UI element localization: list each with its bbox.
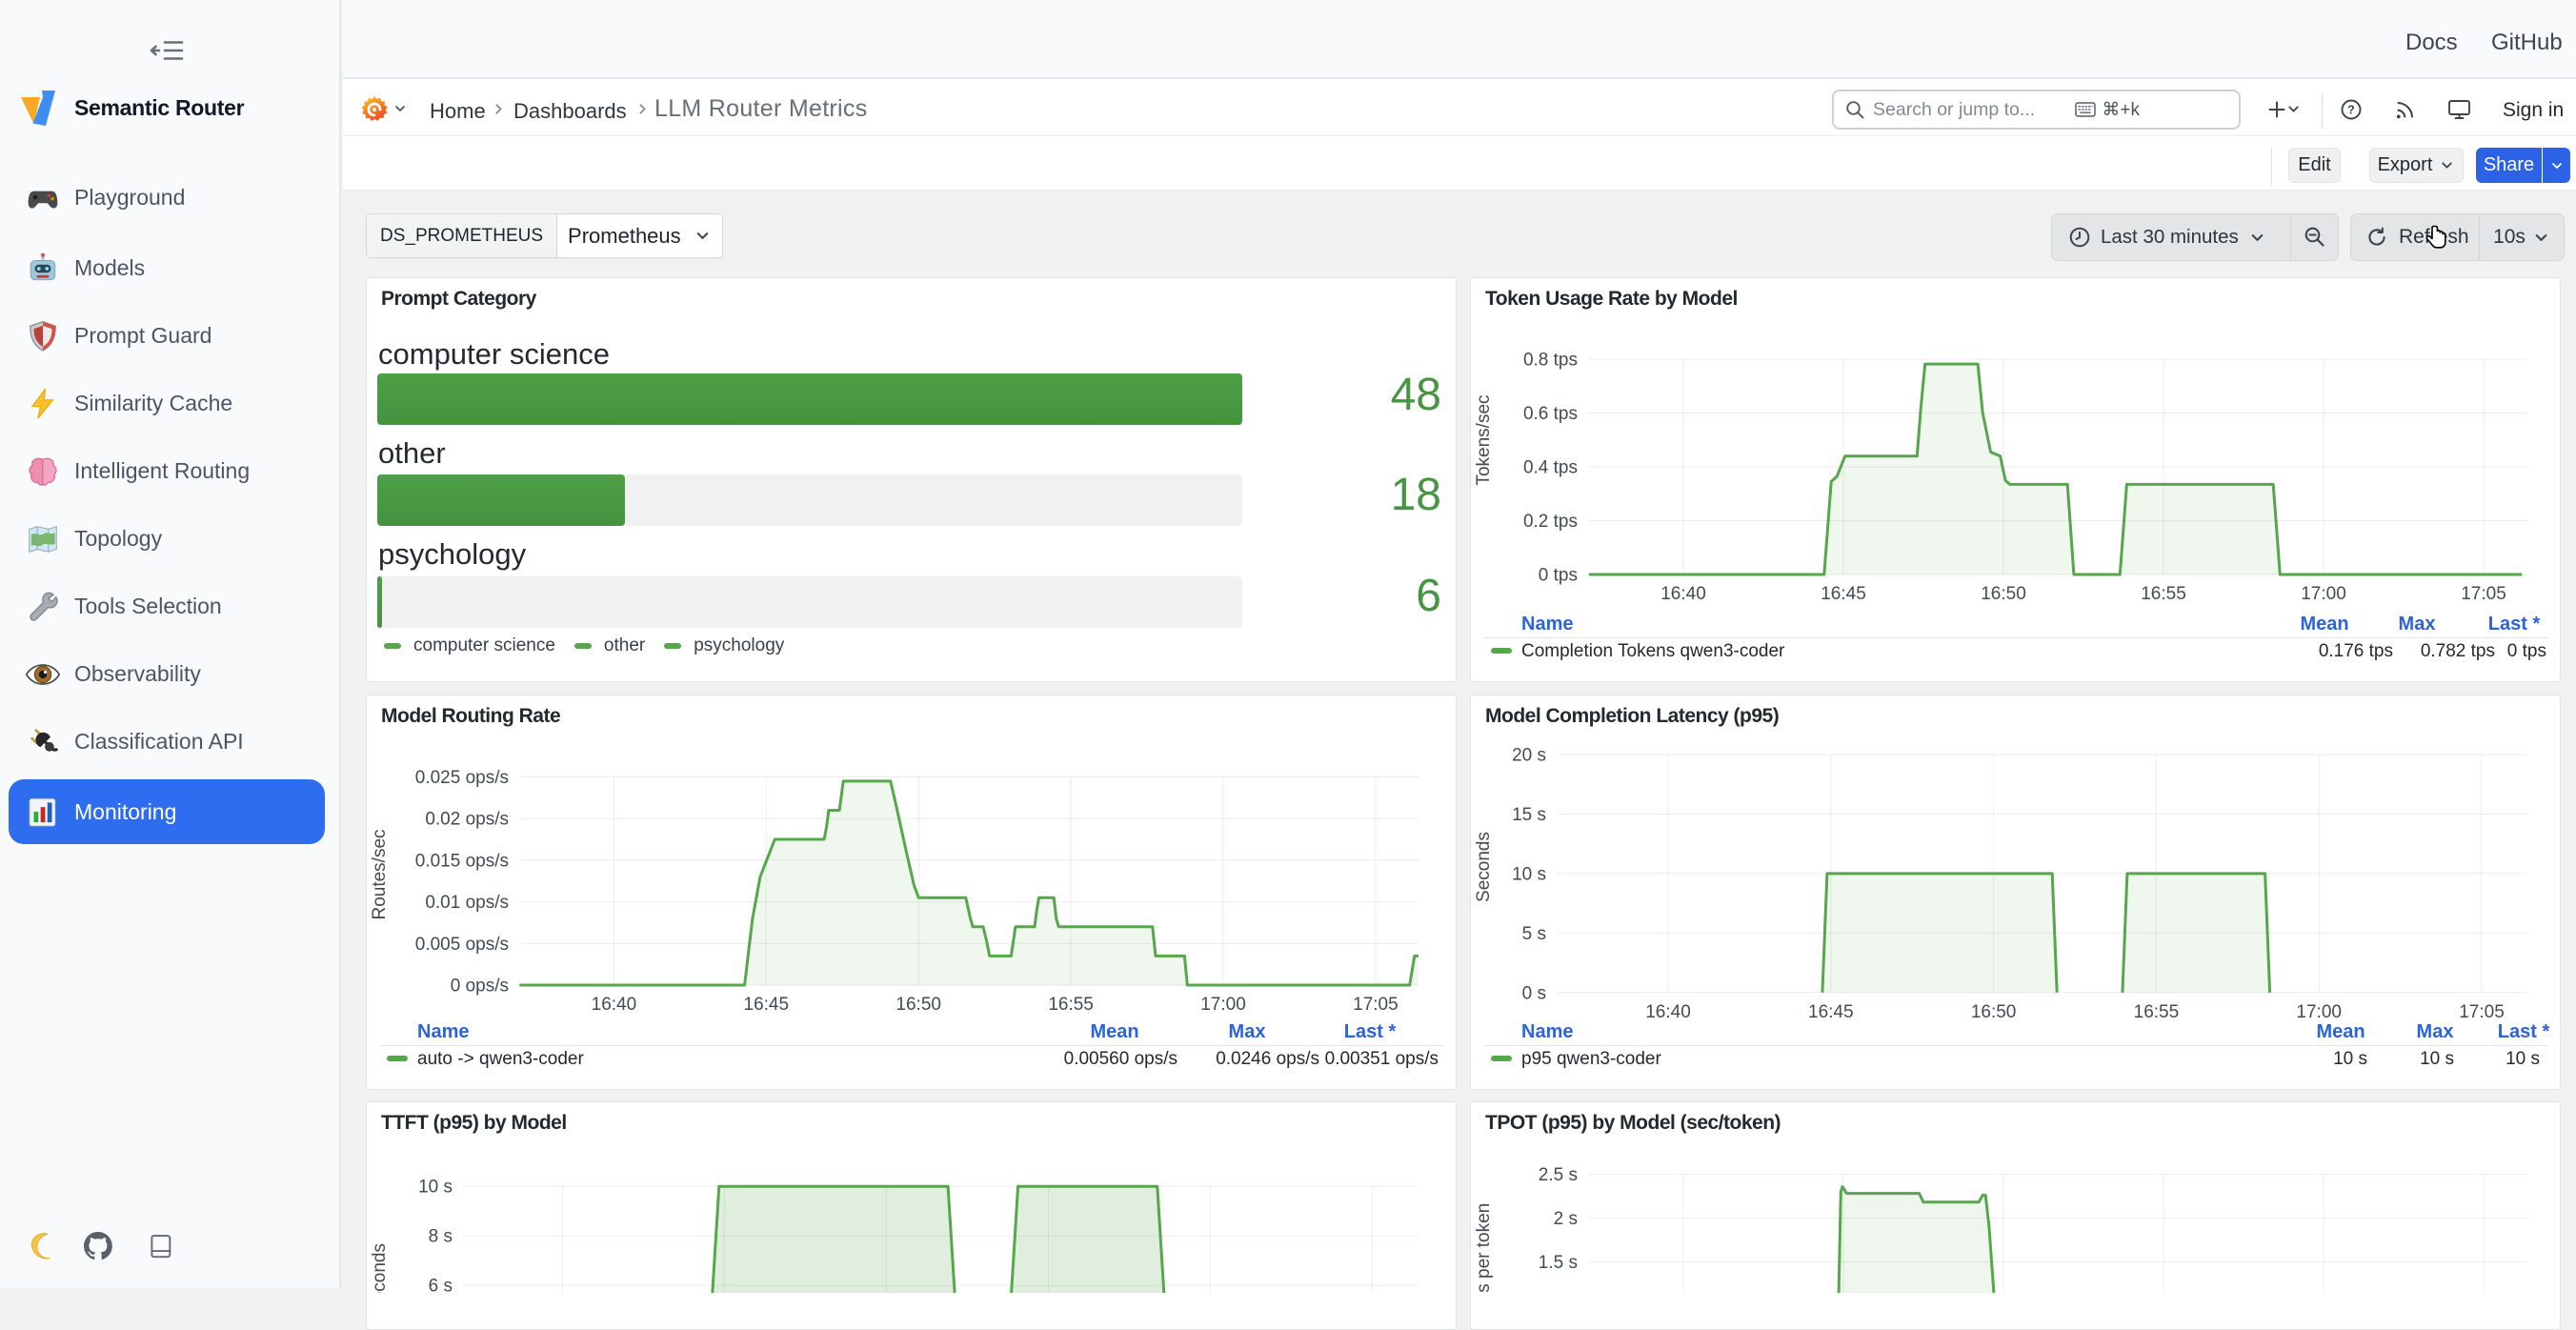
svg-text:0.4 tps: 0.4 tps: [1523, 458, 1578, 478]
svg-text:Completion Tokens qwen3-coder: Completion Tokens qwen3-coder: [1521, 641, 1785, 661]
svg-text:16:45: 16:45: [744, 995, 790, 1015]
svg-text:17:00: 17:00: [2296, 1002, 2342, 1022]
svg-text:17:00: 17:00: [2301, 584, 2346, 604]
svg-text:Last *: Last *: [2488, 614, 2541, 635]
svg-text:Max: Max: [2417, 1021, 2454, 1042]
svg-text:16:40: 16:40: [1645, 1002, 1691, 1022]
svg-text:0.0246 ops/s: 0.0246 ops/s: [1216, 1049, 1319, 1069]
svg-text:0.782 tps: 0.782 tps: [2421, 641, 2495, 661]
svg-text:0.01 ops/s: 0.01 ops/s: [425, 893, 509, 913]
svg-text:0.176 tps: 0.176 tps: [2319, 641, 2393, 661]
svg-text:Last *: Last *: [2498, 1021, 2550, 1042]
svg-text:20 s: 20 s: [1512, 746, 1546, 766]
svg-text:0.00560 ops/s: 0.00560 ops/s: [1064, 1049, 1177, 1069]
svg-text:Last *: Last *: [1344, 1021, 1397, 1042]
svg-text:Name: Name: [417, 1021, 469, 1042]
svg-text:Mean: Mean: [1090, 1021, 1138, 1042]
svg-text:0 tps: 0 tps: [1539, 566, 1578, 586]
svg-text:Mean: Mean: [2300, 614, 2348, 635]
svg-text:Routes/sec: Routes/sec: [370, 829, 390, 919]
svg-text:0.00351 ops/s: 0.00351 ops/s: [1325, 1049, 1439, 1069]
svg-text:Name: Name: [1521, 1021, 1573, 1042]
svg-text:16:45: 16:45: [1821, 584, 1866, 604]
svg-text:16:40: 16:40: [592, 995, 637, 1015]
svg-text:1.5 s: 1.5 s: [1539, 1253, 1578, 1273]
svg-text:Mean: Mean: [2316, 1021, 2365, 1042]
svg-text:0.02 ops/s: 0.02 ops/s: [425, 810, 509, 830]
svg-text:5 s: 5 s: [1522, 924, 1546, 944]
svg-text:10 s: 10 s: [2420, 1049, 2454, 1069]
svg-text:2.5 s: 2.5 s: [1539, 1165, 1578, 1185]
svg-text:0.005 ops/s: 0.005 ops/s: [415, 935, 509, 955]
svg-text:Max: Max: [1229, 1021, 1266, 1042]
svg-text:auto -> qwen3-coder: auto -> qwen3-coder: [417, 1049, 584, 1069]
svg-text:p95 qwen3-coder: p95 qwen3-coder: [1521, 1049, 1661, 1069]
svg-text:0 tps: 0 tps: [2507, 641, 2546, 661]
svg-text:0.8 tps: 0.8 tps: [1523, 351, 1578, 371]
svg-text:?: ?: [2347, 103, 2355, 116]
svg-text:17:05: 17:05: [2459, 1002, 2505, 1022]
svg-text:Seconds per token: Seconds per token: [1474, 1203, 1494, 1293]
svg-text:10 s: 10 s: [1512, 864, 1546, 884]
svg-text:Seconds: Seconds: [370, 1243, 390, 1293]
svg-text:Tokens/sec: Tokens/sec: [1474, 394, 1494, 485]
svg-text:6 s: 6 s: [429, 1277, 453, 1293]
svg-text:0.025 ops/s: 0.025 ops/s: [415, 768, 509, 788]
svg-text:0.6 tps: 0.6 tps: [1523, 404, 1578, 424]
svg-text:0.015 ops/s: 0.015 ops/s: [415, 851, 509, 871]
svg-text:10 s: 10 s: [418, 1178, 453, 1198]
svg-text:Name: Name: [1521, 614, 1573, 635]
svg-text:8 s: 8 s: [429, 1227, 453, 1247]
svg-text:10 s: 10 s: [2333, 1049, 2367, 1069]
svg-text:17:00: 17:00: [1200, 995, 1246, 1015]
svg-text:0 ops/s: 0 ops/s: [451, 977, 509, 997]
svg-text:0 s: 0 s: [1522, 983, 1546, 1003]
svg-text:16:55: 16:55: [2134, 1002, 2180, 1022]
svg-text:17:05: 17:05: [1353, 995, 1399, 1015]
svg-text:16:50: 16:50: [1981, 584, 2026, 604]
svg-text:Max: Max: [2399, 614, 2436, 635]
svg-text:Seconds: Seconds: [1474, 832, 1494, 902]
svg-text:2 s: 2 s: [1554, 1209, 1578, 1229]
svg-text:10 s: 10 s: [2506, 1049, 2540, 1069]
svg-text:16:40: 16:40: [1660, 584, 1706, 604]
svg-text:15 s: 15 s: [1512, 805, 1546, 825]
svg-text:16:50: 16:50: [896, 995, 941, 1015]
svg-text:0.2 tps: 0.2 tps: [1523, 512, 1578, 532]
svg-text:16:55: 16:55: [1048, 995, 1094, 1015]
svg-text:17:05: 17:05: [2461, 584, 2506, 604]
svg-text:16:45: 16:45: [1808, 1002, 1854, 1022]
svg-text:16:55: 16:55: [2141, 584, 2186, 604]
svg-text:16:50: 16:50: [1971, 1002, 2017, 1022]
